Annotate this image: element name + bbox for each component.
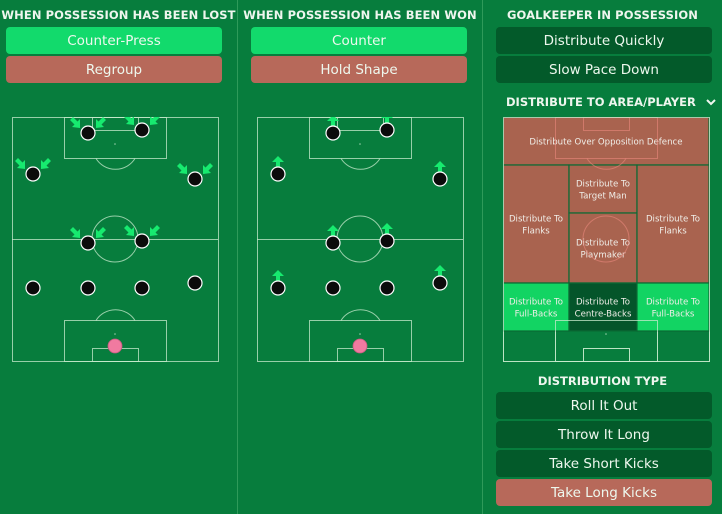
press-arrow-icon (150, 117, 160, 125)
zone-over-opposition-defence[interactable]: Distribute Over Opposition Defence (503, 117, 710, 166)
zone-centre-backs[interactable]: Distribute To Centre-Backs (568, 282, 638, 332)
possession-won-panel: WHEN POSSESSION HAS BEEN WON Counter Hol… (238, 0, 482, 514)
zone-label: Full-Backs (515, 310, 558, 320)
press-arrow-icon (124, 117, 134, 125)
goalkeeper-panel: GOALKEEPER IN POSSESSION Distribute Quic… (483, 0, 722, 514)
player-marker (270, 280, 286, 296)
hold-shape-button[interactable]: Hold Shape (251, 56, 467, 83)
roll-it-out-button[interactable]: Roll It Out (496, 392, 712, 419)
distribute-to-title: DISTRIBUTE TO AREA/PLAYER (506, 95, 696, 109)
panel-title: GOALKEEPER IN POSSESSION (506, 8, 699, 22)
player-marker (187, 171, 203, 187)
take-long-kicks-button[interactable]: Take Long Kicks (496, 479, 712, 506)
penalty-spot (359, 143, 361, 145)
distribute-to-header[interactable]: DISTRIBUTE TO AREA/PLAYER (506, 95, 716, 109)
press-arrow-icon (70, 117, 80, 128)
player-marker (325, 235, 341, 251)
press-arrow-icon (70, 227, 80, 238)
zone-label: Flanks (522, 227, 550, 237)
distribution-zone-pitch: Distribute Over Opposition Defence Distri… (503, 117, 710, 362)
player-marker (25, 166, 41, 182)
zone-label: Distribute To (509, 298, 563, 308)
zone-label: Target Man (578, 192, 626, 202)
chevron-down-icon[interactable] (706, 95, 716, 109)
penalty-spot (114, 143, 116, 145)
press-arrow-icon (203, 163, 213, 174)
player-marker (325, 280, 341, 296)
press-arrow-icon (124, 225, 134, 236)
forward-arrow-icon (434, 265, 446, 277)
forward-arrow-icon (272, 156, 284, 168)
press-arrow-icon (177, 163, 187, 174)
regroup-button[interactable]: Regroup (6, 56, 222, 83)
player-marker (80, 235, 96, 251)
player-marker (379, 233, 395, 249)
zone-full-backs-left[interactable]: Distribute To Full-Backs (503, 282, 570, 332)
press-arrow-icon (15, 158, 25, 169)
zone-label: Flanks (659, 227, 687, 237)
player-marker (80, 280, 96, 296)
player-marker (25, 280, 41, 296)
pitch-markings (12, 117, 219, 362)
zone-label: Distribute To (576, 180, 630, 190)
player-marker (134, 122, 150, 138)
zone-label: Distribute To (646, 215, 700, 225)
pitch-markings (257, 117, 464, 362)
possession-lost-panel: WHEN POSSESSION HAS BEEN LOST Counter-Pr… (0, 0, 237, 514)
zone-label: Distribute Over Opposition Defence (529, 138, 682, 148)
zone-label: Full-Backs (652, 310, 695, 320)
counter-press-button[interactable]: Counter-Press (6, 27, 222, 54)
goalkeeper-marker (107, 338, 123, 354)
penalty-spot (605, 333, 607, 335)
zone-full-backs-right[interactable]: Distribute To Full-Backs (636, 282, 710, 332)
zone-target-man[interactable]: Distribute To Target Man (568, 164, 638, 214)
player-marker (134, 233, 150, 249)
press-arrow-icon (150, 225, 160, 236)
panel-title: WHEN POSSESSION HAS BEEN LOST (1, 8, 236, 22)
player-marker (325, 125, 341, 141)
pitch-possession-won (257, 117, 464, 362)
slow-pace-down-button[interactable]: Slow Pace Down (496, 56, 712, 83)
forward-arrow-icon (272, 270, 284, 282)
press-arrow-icon (96, 117, 106, 128)
panel-title: WHEN POSSESSION HAS BEEN WON (243, 8, 477, 22)
zone-label: Distribute To (509, 215, 563, 225)
throw-it-long-button[interactable]: Throw It Long (496, 421, 712, 448)
press-arrow-icon (96, 227, 106, 238)
zone-flanks-left[interactable]: Distribute To Flanks (503, 164, 570, 284)
zone-label: Centre-Backs (575, 310, 632, 320)
distribution-type-title: DISTRIBUTION TYPE (537, 374, 668, 388)
player-marker (187, 275, 203, 291)
forward-arrow-icon (381, 223, 393, 235)
zone-flanks-right[interactable]: Distribute To Flanks (636, 164, 710, 284)
distribute-quickly-button[interactable]: Distribute Quickly (496, 27, 712, 54)
take-short-kicks-button[interactable]: Take Short Kicks (496, 450, 712, 477)
player-marker (432, 171, 448, 187)
counter-button[interactable]: Counter (251, 27, 467, 54)
goalkeeper-marker (352, 338, 368, 354)
player-marker (432, 275, 448, 291)
penalty-spot (359, 333, 361, 335)
pitch-possession-lost (12, 117, 219, 362)
player-marker (379, 280, 395, 296)
penalty-spot (114, 333, 116, 335)
player-marker (134, 280, 150, 296)
player-marker (270, 166, 286, 182)
zone-label: Distribute To (576, 298, 630, 308)
press-arrow-icon (41, 158, 51, 169)
player-marker (379, 122, 395, 138)
forward-arrow-icon (434, 161, 446, 173)
zone-label: Distribute To (646, 298, 700, 308)
player-marker (80, 125, 96, 141)
